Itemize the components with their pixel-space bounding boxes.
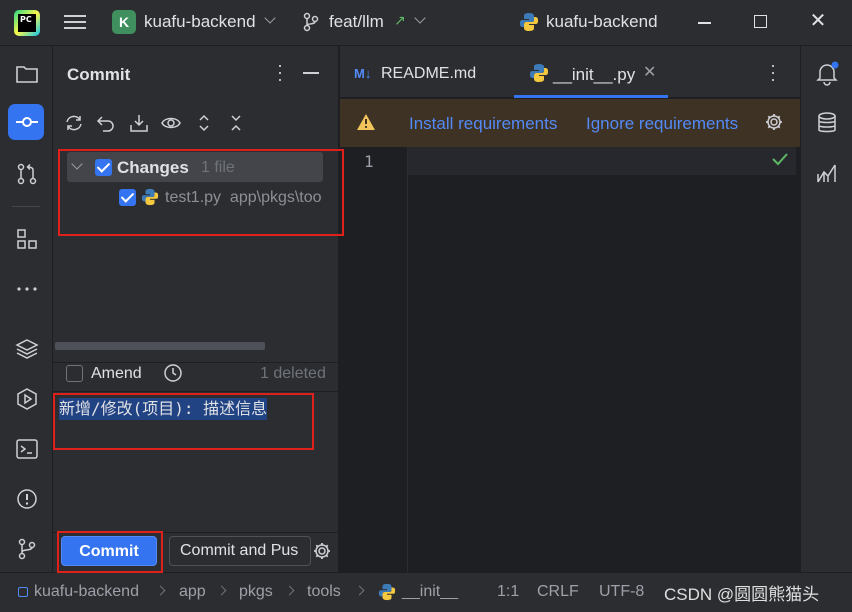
expand-all-icon[interactable] bbox=[193, 112, 215, 134]
gear-icon[interactable] bbox=[312, 541, 332, 561]
ignore-requirements-link[interactable]: Ignore requirements bbox=[586, 114, 738, 134]
python-icon bbox=[378, 583, 396, 601]
database-icon[interactable] bbox=[814, 110, 840, 136]
editor-tabs: M↓ README.md __init__.py ✕ · · · bbox=[340, 46, 800, 98]
branch-selector[interactable]: feat/llm bbox=[329, 12, 384, 32]
python-icon bbox=[520, 13, 538, 31]
git-icon[interactable] bbox=[14, 536, 40, 562]
breadcrumb-file[interactable]: __init__ bbox=[402, 583, 458, 601]
module-icon bbox=[18, 587, 28, 597]
commit-toolbar bbox=[53, 106, 339, 142]
markdown-icon: M↓ bbox=[354, 66, 372, 81]
chevron-right-icon bbox=[216, 585, 227, 596]
no-problems-check-icon[interactable] bbox=[772, 152, 788, 166]
line-number: 1 bbox=[364, 152, 374, 171]
file-encoding[interactable]: UTF-8 bbox=[599, 583, 644, 601]
update-project-icon[interactable] bbox=[128, 112, 150, 134]
layers-icon[interactable] bbox=[14, 336, 40, 362]
requirements-banner: Install requirements Ignore requirements bbox=[340, 99, 800, 147]
toolbar-separator bbox=[12, 206, 40, 207]
annotation-box-message bbox=[53, 393, 314, 450]
divider bbox=[53, 391, 339, 392]
right-tool-strip bbox=[800, 46, 852, 572]
breadcrumb-project[interactable]: kuafu-backend bbox=[34, 583, 139, 601]
collapse-all-icon[interactable] bbox=[225, 112, 247, 134]
chevron-down-icon[interactable] bbox=[264, 12, 276, 24]
close-tab-icon[interactable]: ✕ bbox=[643, 62, 656, 82]
more-tabs-icon[interactable]: · · · bbox=[770, 56, 776, 88]
pycharm-logo-icon: PC bbox=[14, 10, 40, 36]
project-badge[interactable]: K bbox=[112, 10, 136, 34]
clock-icon[interactable] bbox=[163, 363, 183, 383]
divider bbox=[53, 362, 339, 363]
branch-icon[interactable] bbox=[302, 12, 320, 32]
chevron-down-icon[interactable] bbox=[414, 12, 426, 24]
breadcrumb-pkgs[interactable]: pkgs bbox=[239, 583, 273, 601]
eye-icon[interactable] bbox=[160, 112, 182, 134]
breadcrumb-app[interactable]: app bbox=[179, 583, 206, 601]
tab-init-py[interactable]: __init__.py bbox=[553, 65, 635, 85]
annotation-box-commit bbox=[57, 531, 163, 573]
more-tools-icon[interactable] bbox=[14, 276, 40, 302]
notifications-icon[interactable] bbox=[814, 60, 840, 86]
main-menu-icon[interactable] bbox=[64, 12, 86, 32]
more-options-icon[interactable]: · · · bbox=[275, 56, 285, 88]
maximize-window-button[interactable] bbox=[748, 10, 772, 34]
chevron-right-icon bbox=[354, 585, 365, 596]
amend-checkbox[interactable] bbox=[66, 365, 83, 382]
deleted-count: 1 deleted bbox=[260, 365, 326, 382]
chevron-right-icon bbox=[284, 585, 295, 596]
python-icon bbox=[530, 64, 548, 82]
amend-label[interactable]: Amend bbox=[91, 365, 142, 383]
chevron-right-icon bbox=[155, 585, 166, 596]
panel-title: Commit bbox=[67, 65, 131, 84]
active-tab-indicator bbox=[514, 95, 668, 98]
folder-icon[interactable] bbox=[14, 61, 40, 87]
caret-position[interactable]: 1:1 bbox=[497, 583, 519, 601]
pull-request-icon[interactable] bbox=[14, 161, 40, 187]
breadcrumb-tools[interactable]: tools bbox=[307, 583, 341, 601]
title-bar: PC K kuafu-backend feat/llm ↗ kuafu-back… bbox=[0, 0, 852, 46]
current-line-highlight[interactable] bbox=[408, 147, 796, 175]
hide-panel-button[interactable] bbox=[303, 72, 319, 74]
scientific-mode-icon[interactable] bbox=[814, 160, 840, 186]
line-separator[interactable]: CRLF bbox=[537, 583, 579, 601]
terminal-icon[interactable] bbox=[14, 436, 40, 462]
structure-icon[interactable] bbox=[14, 226, 40, 252]
rollback-icon[interactable] bbox=[95, 112, 117, 134]
commit-and-push-button[interactable]: Commit and Pus bbox=[169, 536, 311, 566]
close-window-button[interactable]: ✕ bbox=[806, 10, 830, 34]
commit-panel: Commit · · · Changes 1 file test1.py app… bbox=[53, 46, 339, 572]
tab-readme[interactable]: README.md bbox=[381, 65, 476, 83]
editor-area: M↓ README.md __init__.py ✕ · · · Install r… bbox=[340, 46, 800, 572]
minimize-window-button[interactable] bbox=[692, 10, 716, 34]
gear-icon[interactable] bbox=[764, 112, 784, 132]
outgoing-arrow-icon: ↗ bbox=[394, 12, 406, 28]
left-tool-strip bbox=[0, 46, 53, 572]
refresh-icon[interactable] bbox=[63, 112, 85, 134]
project-selector[interactable]: kuafu-backend bbox=[144, 12, 256, 32]
annotation-box-changes bbox=[58, 149, 344, 236]
window-title: kuafu-backend bbox=[546, 12, 658, 31]
commit-icon[interactable] bbox=[14, 109, 40, 135]
line-gutter bbox=[340, 147, 408, 572]
run-services-icon[interactable] bbox=[14, 386, 40, 412]
problems-icon[interactable] bbox=[14, 486, 40, 512]
horizontal-scrollbar[interactable] bbox=[55, 342, 265, 350]
watermark-text: CSDN @圆圆熊猫头 bbox=[664, 585, 820, 604]
install-requirements-link[interactable]: Install requirements bbox=[409, 114, 557, 134]
warning-icon bbox=[357, 114, 375, 130]
